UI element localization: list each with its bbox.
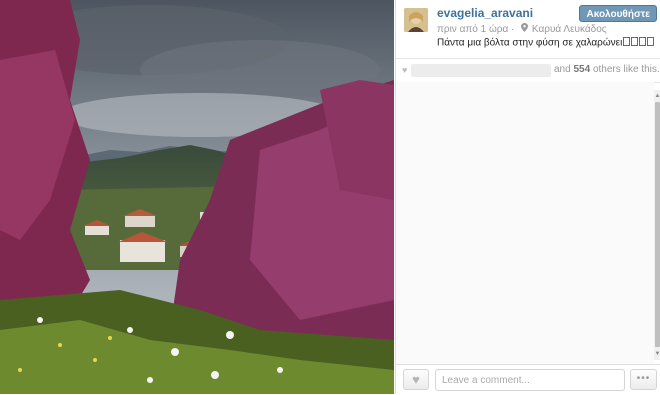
- likes-summary: and 554 others like this.: [554, 64, 660, 75]
- caption-text: Πάντα μια βόλτα στην φύση σε χαλαρώνει: [437, 37, 623, 49]
- meta-separator: ·: [511, 24, 515, 35]
- post-location[interactable]: Καρυά Λευκάδος: [532, 24, 607, 35]
- ellipsis-icon: •••: [636, 373, 651, 384]
- scroll-up-arrow-icon[interactable]: ▲: [654, 92, 660, 100]
- heart-icon: ♥: [412, 372, 420, 387]
- post-meta: πριν από 1 ώρα · Καρυά Λευκάδος: [437, 23, 607, 35]
- post-header: evagelia_aravani Ακολουθήστε πριν από 1 …: [396, 0, 660, 58]
- map-pin-icon: [521, 23, 529, 35]
- post-detail-panel: evagelia_aravani Ακολουθήστε πριν από 1 …: [395, 0, 660, 395]
- scrollbar-thumb[interactable]: [655, 102, 660, 347]
- username-link[interactable]: evagelia_aravani: [437, 6, 533, 20]
- comment-input[interactable]: [435, 369, 625, 391]
- avatar[interactable]: [404, 8, 428, 32]
- comment-footer: ♥ •••: [396, 364, 660, 395]
- more-options-button[interactable]: •••: [630, 369, 657, 390]
- emoji-placeholders: [623, 37, 655, 49]
- post-time[interactable]: πριν από 1 ώρα: [437, 24, 508, 35]
- landscape-image: [0, 0, 394, 394]
- likes-count[interactable]: 554: [573, 64, 590, 75]
- like-button[interactable]: ♥: [403, 369, 429, 390]
- post-caption: Πάντα μια βόλτα στην φύση σε χαλαρώνει: [437, 37, 655, 49]
- likes-suffix: others like this.: [592, 64, 660, 75]
- post-photo: [0, 0, 394, 394]
- scroll-down-arrow-icon[interactable]: ▼: [654, 350, 660, 358]
- comments-area: [396, 82, 654, 364]
- likes-prefix: and: [554, 64, 571, 75]
- likes-bar: ♥ and 554 others like this.: [396, 58, 660, 83]
- heart-small-icon: ♥: [402, 65, 408, 75]
- follow-button[interactable]: Ακολουθήστε: [579, 5, 657, 22]
- likers-list-blurred: [411, 64, 551, 77]
